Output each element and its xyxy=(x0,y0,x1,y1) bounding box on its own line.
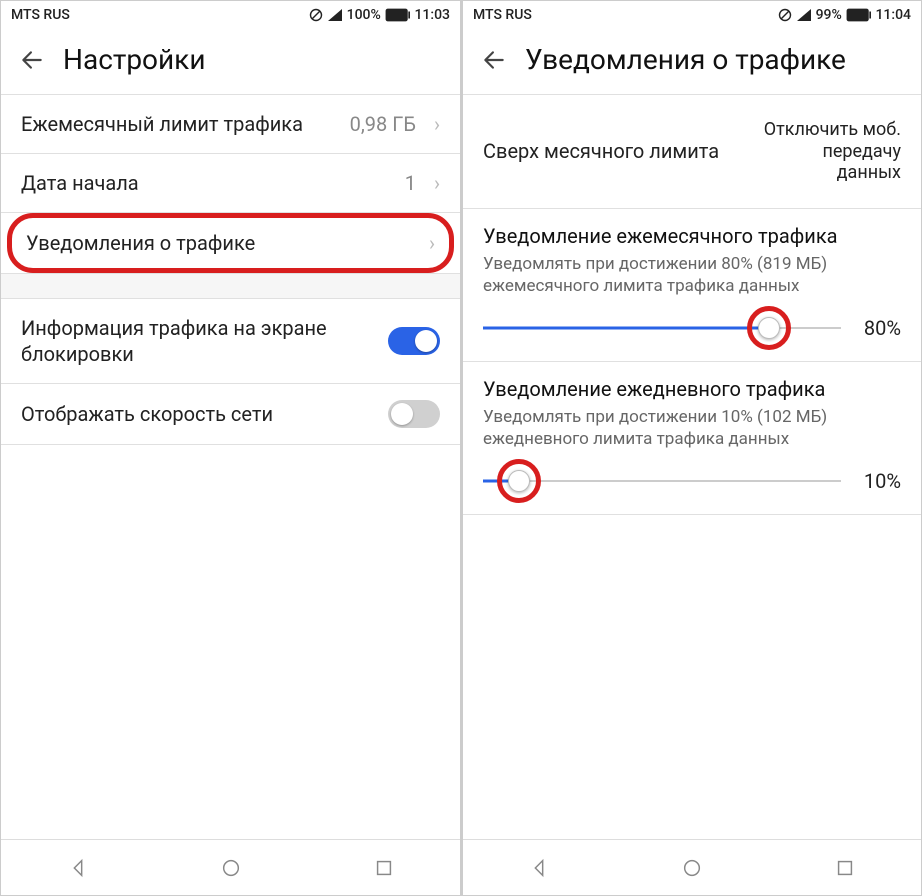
status-bar: MTS RUS 100% 11:03 xyxy=(1,1,460,29)
signal-icon xyxy=(327,8,343,22)
divider xyxy=(463,514,921,515)
nav-bar xyxy=(463,839,921,895)
toggle-lockscreen-info[interactable] xyxy=(388,327,440,355)
no-location-icon xyxy=(778,8,792,22)
chevron-right-icon: › xyxy=(429,231,435,255)
daily-notif-title: Уведомление ежедневного трафика xyxy=(483,376,901,402)
status-bar: MTS RUS 99% 11:04 xyxy=(463,1,921,29)
row-lockscreen-info[interactable]: Информация трафика на экране блокировки xyxy=(1,299,460,383)
row-value: 0,98 ГБ xyxy=(350,112,416,136)
back-arrow-icon[interactable] xyxy=(19,47,45,73)
section-gap xyxy=(1,273,460,299)
battery-pct: 99% xyxy=(816,7,842,23)
status-right: 100% 11:03 xyxy=(309,7,450,23)
nav-back-icon[interactable] xyxy=(528,857,550,879)
back-arrow-icon[interactable] xyxy=(481,47,507,73)
slider-track-monthly[interactable] xyxy=(483,313,841,343)
row-label: Дата начала xyxy=(21,170,393,196)
header: Настройки xyxy=(1,29,460,94)
divider xyxy=(1,444,460,445)
row-label: Сверх месячного лимита xyxy=(483,138,749,164)
row-show-speed[interactable]: Отображать скорость сети xyxy=(1,384,460,444)
nav-home-icon[interactable] xyxy=(681,857,703,879)
screen-settings: MTS RUS 100% 11:03 Настройки Ежемесячный… xyxy=(0,0,461,896)
nav-recent-icon[interactable] xyxy=(834,857,856,879)
battery-pct: 100% xyxy=(347,7,381,23)
monthly-notif-block: Уведомление ежемесячного трафика Уведомл… xyxy=(463,209,921,303)
row-monthly-limit[interactable]: Ежемесячный лимит трафика 0,98 ГБ › xyxy=(1,95,460,153)
nav-home-icon[interactable] xyxy=(220,857,242,879)
row-label: Ежемесячный лимит трафика xyxy=(21,111,338,137)
chevron-right-icon: › xyxy=(434,112,440,136)
header: Уведомления о трафике xyxy=(463,29,921,94)
nav-back-icon[interactable] xyxy=(67,857,89,879)
clock: 11:04 xyxy=(875,7,911,23)
battery-icon xyxy=(846,8,872,22)
highlight-circle-icon xyxy=(497,459,541,503)
slider-value-monthly: 80% xyxy=(855,316,901,340)
row-label: Уведомления о трафике xyxy=(26,230,411,256)
daily-notif-block: Уведомление ежедневного трафика Уведомля… xyxy=(463,362,921,456)
carrier-label: MTS RUS xyxy=(473,7,532,23)
status-right: 99% 11:04 xyxy=(778,7,911,23)
nav-recent-icon[interactable] xyxy=(373,857,395,879)
daily-notif-desc: Уведомлять при достижении 10% (102 МБ) е… xyxy=(483,406,901,450)
carrier-label: MTS RUS xyxy=(11,7,70,23)
monthly-notif-desc: Уведомлять при достижении 80% (819 МБ) е… xyxy=(483,253,901,297)
row-over-limit[interactable]: Сверх месячного лимита Отключить моб. пе… xyxy=(463,95,921,208)
row-value: Отключить моб. передачу данных xyxy=(761,119,901,184)
row-start-date[interactable]: Дата начала 1 › xyxy=(1,154,460,212)
battery-icon xyxy=(385,8,411,22)
signal-icon xyxy=(796,8,812,22)
slider-value-daily: 10% xyxy=(855,469,901,493)
chevron-right-icon: › xyxy=(434,171,440,195)
page-title: Настройки xyxy=(63,43,205,76)
row-traffic-notifications[interactable]: Уведомления о трафике › xyxy=(7,213,454,273)
row-value: 1 xyxy=(405,171,416,195)
slider-track-daily[interactable] xyxy=(483,466,841,496)
screen-traffic-notifications: MTS RUS 99% 11:04 Уведомления о трафике … xyxy=(461,0,922,896)
toggle-show-speed[interactable] xyxy=(388,400,440,428)
clock: 11:03 xyxy=(414,7,450,23)
no-location-icon xyxy=(309,8,323,22)
row-label: Информация трафика на экране блокировки xyxy=(21,315,376,367)
slider-daily: 10% xyxy=(463,456,921,514)
row-label: Отображать скорость сети xyxy=(21,401,376,427)
slider-monthly: 80% xyxy=(463,303,921,361)
monthly-notif-title: Уведомление ежемесячного трафика xyxy=(483,223,901,249)
page-title: Уведомления о трафике xyxy=(525,43,846,76)
highlight-circle-icon xyxy=(747,306,791,350)
nav-bar xyxy=(1,839,460,895)
